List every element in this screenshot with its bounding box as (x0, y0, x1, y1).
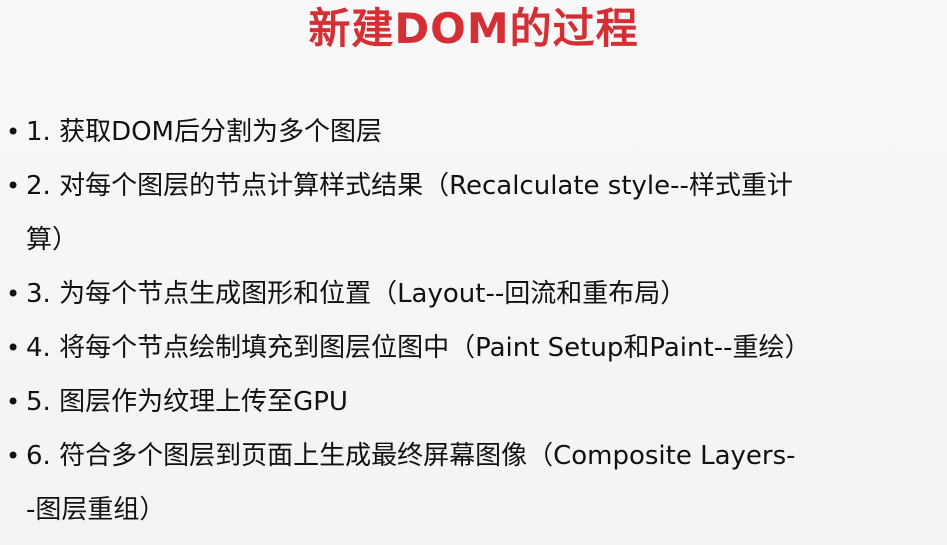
bullet-icon: • (6, 118, 21, 146)
bullet-icon: • (6, 280, 21, 308)
list-item: • 5. 图层作为纹理上传至GPU (0, 375, 947, 429)
list-item-continuation: -图层重组） (0, 483, 947, 537)
bullet-list: • 1. 获取DOM后分割为多个图层 • 2. 对每个图层的节点计算样式结果（R… (0, 105, 947, 537)
list-item-text: 2. 对每个图层的节点计算样式结果（Recalculate style--样式重… (26, 171, 793, 201)
list-item: • 6. 符合多个图层到页面上生成最终屏幕图像（Composite Layers… (0, 429, 947, 483)
list-item-text: 1. 获取DOM后分割为多个图层 (26, 117, 382, 147)
bullet-icon: • (6, 388, 21, 416)
bullet-icon: • (6, 172, 21, 200)
list-item-text: 算） (26, 225, 79, 255)
bullet-icon: • (6, 442, 21, 470)
list-item-text: 3. 为每个节点生成图形和位置（Layout--回流和重布局） (26, 279, 687, 309)
list-item: • 4. 将每个节点绘制填充到图层位图中（Paint Setup和Paint--… (0, 321, 947, 375)
list-item: • 1. 获取DOM后分割为多个图层 (0, 105, 947, 159)
list-item-continuation: 算） (0, 213, 947, 267)
list-item-text: 6. 符合多个图层到页面上生成最终屏幕图像（Composite Layers- (26, 441, 796, 471)
list-item: • 2. 对每个图层的节点计算样式结果（Recalculate style--样… (0, 159, 947, 213)
list-item-text: -图层重组） (26, 495, 166, 525)
slide-title: 新建DOM的过程 (308, 4, 639, 53)
list-item-text: 4. 将每个节点绘制填充到图层位图中（Paint Setup和Paint--重绘… (26, 333, 811, 363)
slide: 新建DOM的过程 • 1. 获取DOM后分割为多个图层 • 2. 对每个图层的节… (0, 0, 947, 545)
list-item-text: 5. 图层作为纹理上传至GPU (26, 387, 348, 417)
bullet-icon: • (6, 334, 21, 362)
list-item: • 3. 为每个节点生成图形和位置（Layout--回流和重布局） (0, 267, 947, 321)
